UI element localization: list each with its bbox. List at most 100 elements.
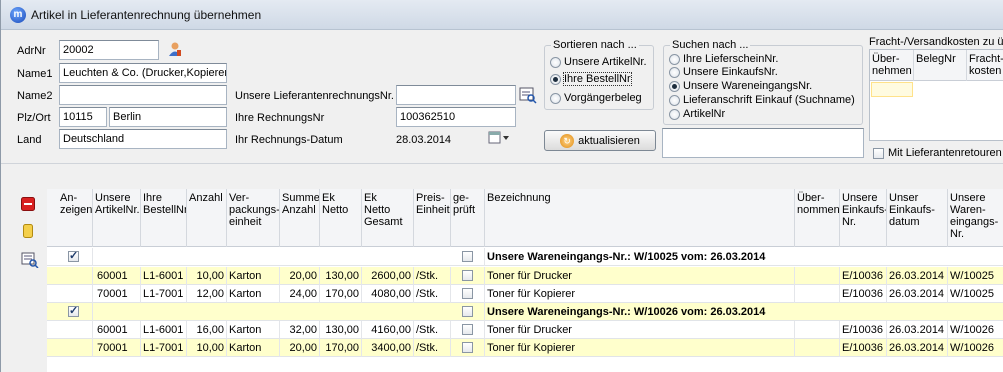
refresh-button[interactable]: ↻ aktualisieren (544, 130, 656, 151)
vpe-cell: Karton (227, 267, 280, 285)
wareneingangsnr-cell: W/10025 (948, 267, 1003, 285)
col-anzahl[interactable]: Anzahl (187, 189, 227, 247)
sort-option-vorgaenger[interactable]: Vorgängerbeleg (550, 92, 642, 104)
checkbox-icon (462, 342, 473, 353)
table-row[interactable]: 60001 L1-6001 10,00 Karton 20,00 130,00 … (47, 267, 1003, 285)
delete-icon[interactable] (21, 197, 35, 211)
uebernommen-cell (795, 339, 840, 357)
bestellnr-cell: L1-7001 (141, 285, 187, 303)
datum-field[interactable]: 28.03.2014 (396, 134, 451, 146)
search-option-lieferschein[interactable]: Ihre LieferscheinNr. (669, 53, 778, 65)
name1-field[interactable]: Leuchten & Co. (Drucker,Kopierer (59, 63, 227, 83)
col-wareneingangsnr[interactable]: Unsere Waren- eingangs- Nr. (948, 189, 1003, 247)
geprueft-cell[interactable] (451, 303, 485, 321)
anzeigen-cell (58, 267, 93, 285)
summe-cell: 24,00 (280, 285, 320, 303)
checkbox-checked-icon (68, 249, 79, 262)
col-artikelnr[interactable]: Unsere ArtikelNr. (93, 189, 141, 247)
col-bestellnr[interactable]: Ihre BestellNr (141, 189, 187, 247)
einkaufsdatum-cell: 26.03.2014 (887, 267, 948, 285)
table-row-group[interactable]: Unsere Wareneingangs-Nr.: W/10025 vom: 2… (47, 248, 1003, 266)
preiseinheit-cell: /Stk. (414, 321, 451, 339)
retouren-checkbox[interactable]: Mit Lieferantenretouren (873, 147, 1002, 159)
table-row[interactable]: 70001 L1-7001 10,00 Karton 20,00 170,00 … (47, 339, 1003, 357)
col-einkaufsnr[interactable]: Unsere Einkaufs- Nr. (840, 189, 887, 247)
checkbox-icon (462, 270, 473, 281)
unsere-lrnr-field[interactable] (396, 85, 516, 105)
name2-field[interactable] (59, 85, 227, 105)
col-anzeigen[interactable]: An- zeigen (58, 189, 93, 247)
col-geprueft[interactable]: ge- prüft (451, 189, 485, 247)
geprueft-cell[interactable] (451, 285, 485, 303)
sort-option-artikelnr[interactable]: Unsere ArtikelNr. (550, 56, 647, 68)
col-uebernommen[interactable]: Über- nommen (795, 189, 840, 247)
preiseinheit-cell: /Stk. (414, 267, 451, 285)
sortieren-caption: Sortieren nach ... (551, 39, 639, 51)
adrnr-field[interactable]: 20002 (59, 40, 159, 60)
plzort-label: Plz/Ort (17, 112, 51, 124)
col-preiseinheit[interactable]: Preis- Einheit (414, 189, 451, 247)
summe-cell: 20,00 (280, 339, 320, 357)
plz-field[interactable]: 10115 (59, 107, 107, 127)
name2-label: Name2 (17, 90, 53, 102)
einkaufsdatum-cell: 26.03.2014 (887, 285, 948, 303)
list-search-icon[interactable] (21, 252, 39, 269)
ort-field[interactable]: Berlin (109, 107, 227, 127)
anzeigen-cell[interactable] (58, 303, 93, 321)
lookup-list-icon[interactable] (519, 86, 537, 104)
search-option-einkaufsnr[interactable]: Unsere EinkaufsNr. (669, 66, 778, 78)
window-title: Artikel in Lieferantenrechnung übernehme… (31, 8, 262, 22)
einkaufsdatum-cell: 26.03.2014 (887, 321, 948, 339)
summe-cell: 20,00 (280, 267, 320, 285)
col-eknetto[interactable]: Ek Netto (320, 189, 362, 247)
geprueft-cell[interactable] (451, 321, 485, 339)
col-bezeichnung[interactable]: Bezeichnung (485, 189, 795, 247)
col-einkaufsdatum[interactable]: Unser Einkaufs- datum (887, 189, 948, 247)
search-option-lieferanschrift[interactable]: Lieferanschrift Einkauf (Suchname) (669, 94, 855, 106)
eknetto-cell: 130,00 (320, 267, 362, 285)
person-lookup-icon[interactable] (167, 41, 183, 57)
search-option-artikelnr[interactable]: ArtikelNr (669, 108, 725, 120)
eknetto-cell: 130,00 (320, 321, 362, 339)
geprueft-cell[interactable] (451, 248, 485, 266)
vpe-cell: Karton (227, 285, 280, 303)
artikelnr-cell: 60001 (93, 321, 141, 339)
table-row[interactable]: 70001 L1-7001 12,00 Karton 24,00 170,00 … (47, 285, 1003, 303)
land-label: Land (17, 134, 42, 146)
geprueft-cell[interactable] (451, 267, 485, 285)
anzahl-cell: 10,00 (187, 339, 227, 357)
fracht-header-uebernehmen: Über- nehmen (870, 50, 914, 81)
fracht-new-row[interactable] (871, 82, 913, 97)
search-field[interactable] (662, 128, 864, 158)
einkaufsnr-cell: E/10036 (840, 321, 887, 339)
col-ekgesamt[interactable]: Ek Netto Gesamt (362, 189, 414, 247)
table-row[interactable]: 60001 L1-6001 16,00 Karton 32,00 130,00 … (47, 321, 1003, 339)
table-row-group[interactable]: Unsere Wareneingangs-Nr.: W/10026 vom: 2… (47, 303, 1003, 321)
adrnr-label: AdrNr (17, 45, 46, 57)
checkbox-checked-icon (68, 304, 79, 317)
preiseinheit-cell: /Stk. (414, 339, 451, 357)
suchen-caption: Suchen nach ... (670, 39, 751, 51)
ekgesamt-cell: 2600,00 (362, 267, 414, 285)
bestellnr-cell: L1-6001 (141, 267, 187, 285)
title-bar: m Artikel in Lieferantenrechnung überneh… (1, 0, 1003, 30)
col-summe[interactable]: Summe Anzahl (280, 189, 320, 247)
search-option-wareneingang[interactable]: Unsere WareneingangsNr. (669, 80, 812, 92)
articles-grid: An- zeigen Unsere ArtikelNr. Ihre Bestel… (47, 189, 1003, 372)
summe-cell: 32,00 (280, 321, 320, 339)
preiseinheit-cell: /Stk. (414, 285, 451, 303)
col-vpe[interactable]: Ver- packungs- einheit (227, 189, 280, 247)
geprueft-cell[interactable] (451, 339, 485, 357)
wareneingangsnr-cell: W/10026 (948, 339, 1003, 357)
calendar-dropdown-icon[interactable] (488, 131, 512, 145)
note-icon[interactable] (21, 224, 35, 238)
wareneingangsnr-cell: W/10026 (948, 321, 1003, 339)
checkbox-icon (462, 288, 473, 299)
anzeigen-cell[interactable] (58, 248, 93, 266)
einkaufsnr-cell: E/10036 (840, 339, 887, 357)
land-field[interactable]: Deutschland (59, 129, 227, 149)
bezeichnung-cell: Toner für Drucker (485, 321, 795, 339)
bezeichnung-cell: Toner für Kopierer (485, 285, 795, 303)
sort-option-bestellnr[interactable]: Ihre BestellNr (550, 72, 632, 86)
ihre-rnr-field[interactable]: 100362510 (396, 107, 516, 127)
